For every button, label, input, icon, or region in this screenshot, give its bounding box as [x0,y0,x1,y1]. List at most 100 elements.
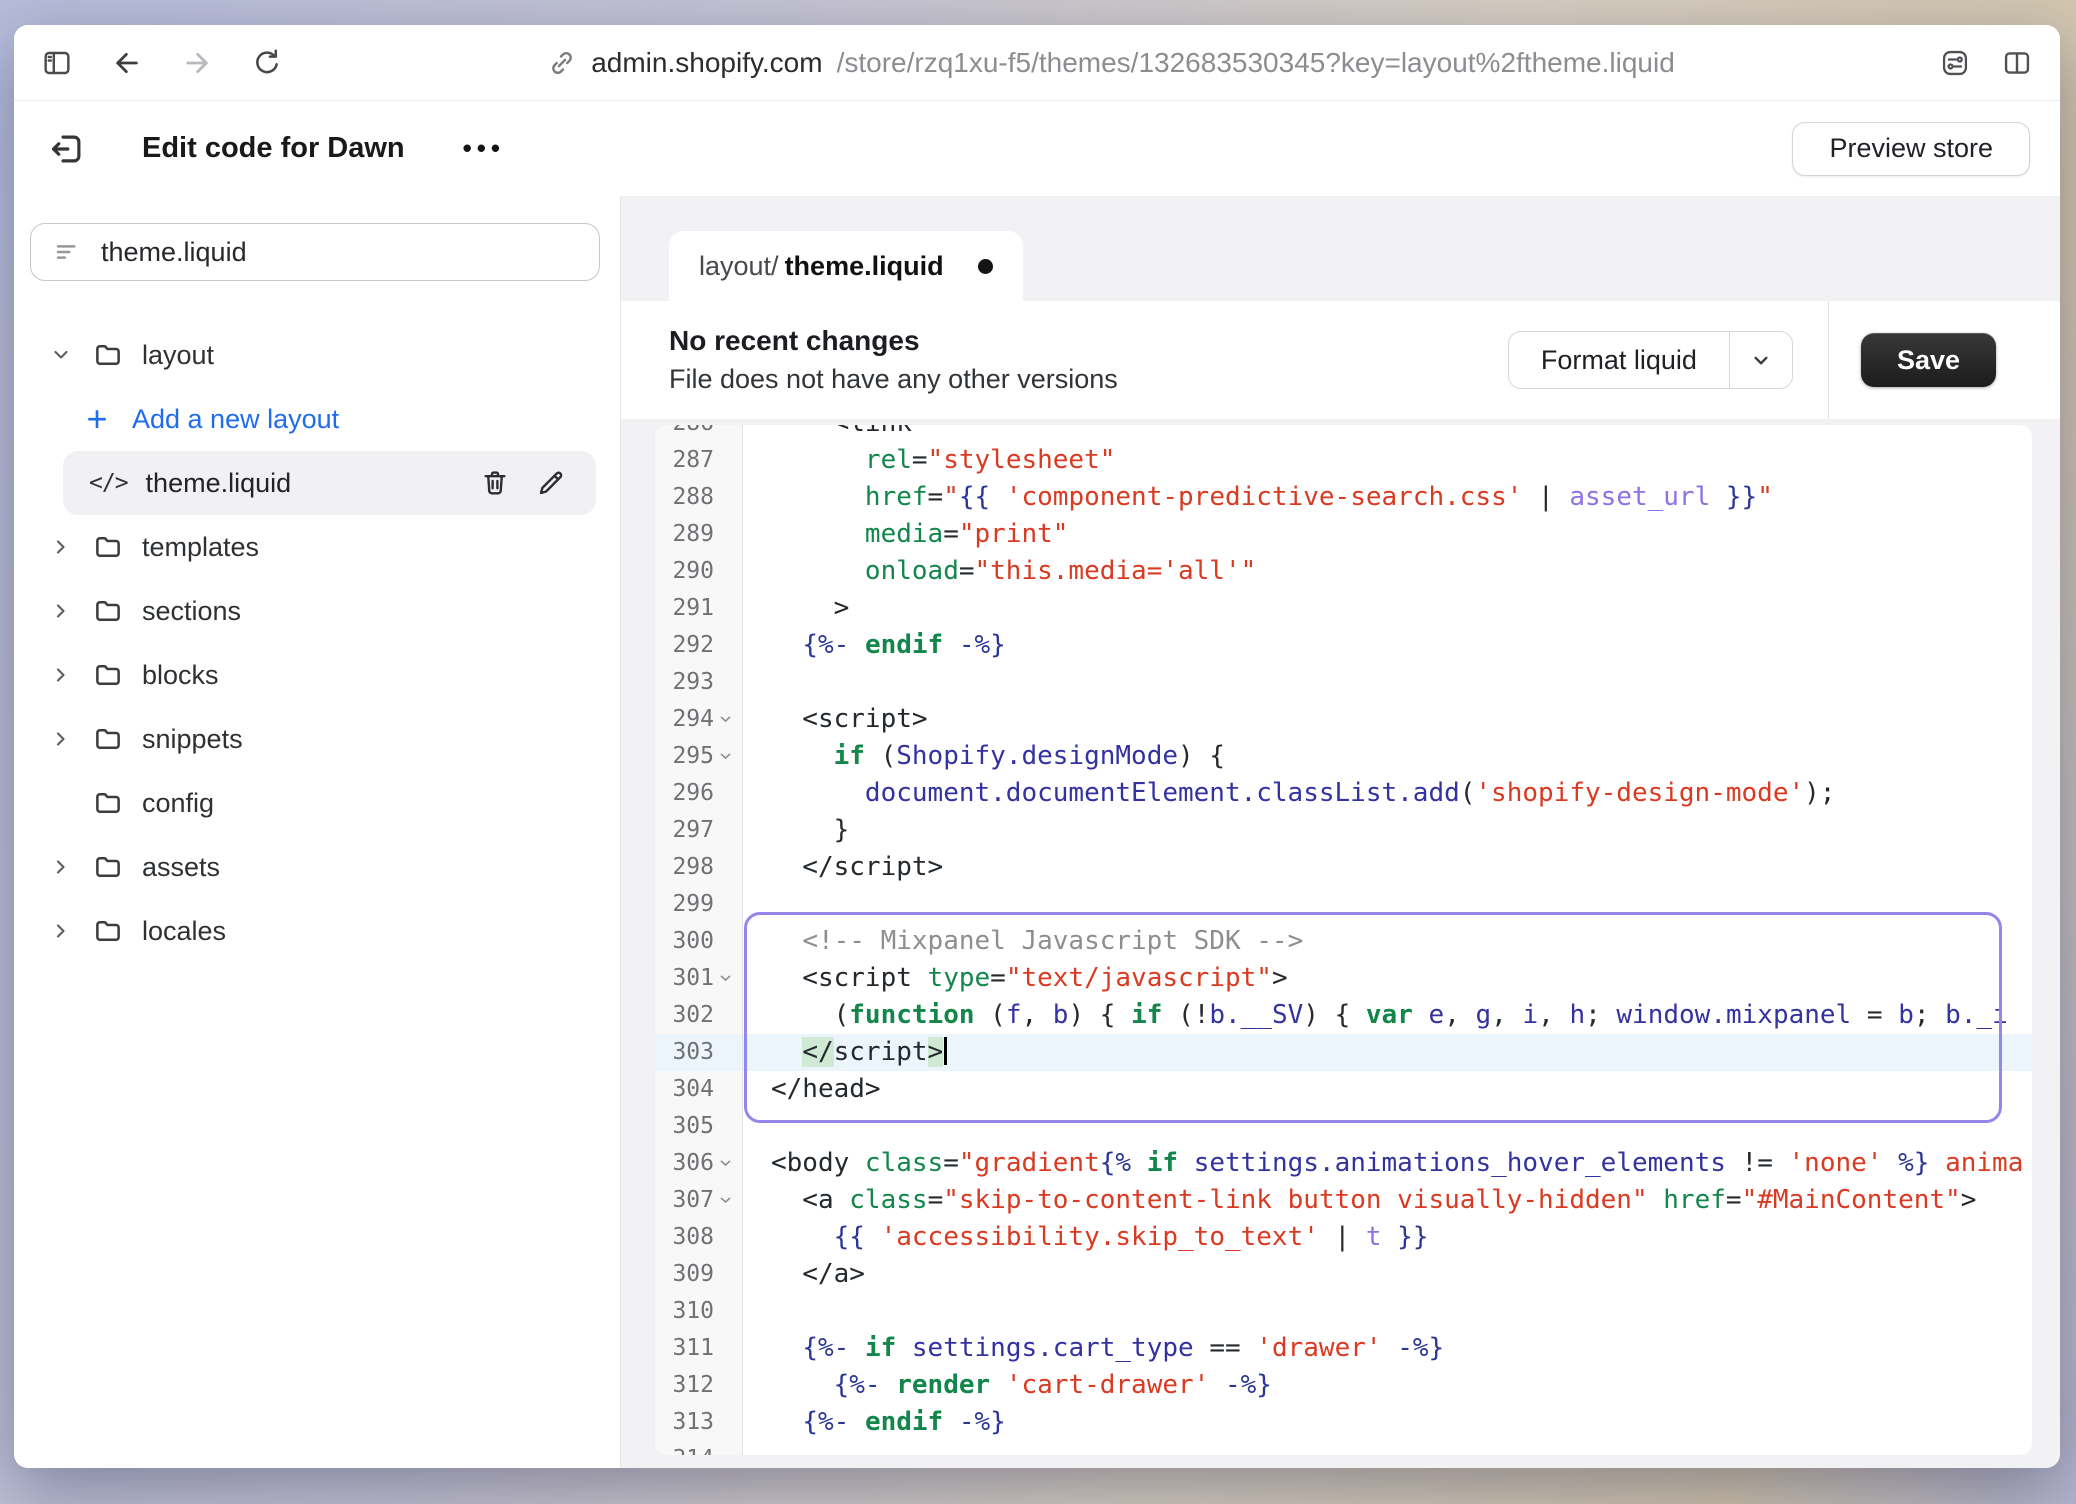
code-line-308[interactable]: 308 {{ 'accessibility.skip_to_text' | t … [655,1219,2032,1256]
save-button[interactable]: Save [1861,333,1996,387]
preview-store-button[interactable]: Preview store [1792,122,2030,176]
code-line-302[interactable]: 302 (function (f, b) { if (!b.__SV) { va… [655,997,2032,1034]
tree-item-label: layout [142,340,214,371]
gutter-cell: 297 [655,812,743,849]
code-line-294[interactable]: 294 <script> [655,701,2032,738]
chevron-right-icon[interactable] [48,599,74,623]
code-line-301[interactable]: 301 <script type="text/javascript"> [655,960,2032,997]
folder-icon [92,532,124,562]
code-line-content: {%- endif -%} [743,1404,2032,1441]
format-liquid-button[interactable]: Format liquid [1509,332,1730,388]
delete-file-icon[interactable] [476,464,514,502]
line-number: 314 [672,1441,714,1455]
code-line-content: onload="this.media='all'" [743,553,2032,590]
gutter-cell: 292 [655,627,743,664]
file-search-input[interactable]: theme.liquid [30,223,600,281]
split-view-icon[interactable] [2000,46,2034,80]
line-number: 300 [672,923,714,960]
code-line-313[interactable]: 313 {%- endif -%} [655,1404,2032,1441]
code-line-293[interactable]: 293 [655,664,2032,701]
tree-item-assets[interactable]: assets [14,835,620,899]
code-line-314[interactable]: 314 [655,1441,2032,1455]
tab-layout-theme-liquid[interactable]: layout/theme.liquid [669,231,1023,301]
code-line-299[interactable]: 299 [655,886,2032,923]
code-file-icon: </> [89,470,128,496]
address-bar[interactable]: admin.shopify.com/store/rzq1xu-f5/themes… [284,47,1938,79]
code-line-content [743,664,2032,701]
code-line-content [743,1108,2032,1145]
code-line-290[interactable]: 290 onload="this.media='all'" [655,553,2032,590]
extensions-icon[interactable] [1938,46,1972,80]
sidebar-toggle-icon[interactable] [40,46,74,80]
code-line-306[interactable]: 306<body class="gradient{% if settings.a… [655,1145,2032,1182]
code-line-300[interactable]: 300 <!-- Mixpanel Javascript SDK --> [655,923,2032,960]
url-host: admin.shopify.com [591,47,822,79]
rename-file-icon[interactable] [532,464,570,502]
fold-chevron-icon[interactable] [716,1192,734,1210]
code-line-297[interactable]: 297 } [655,812,2032,849]
code-line-296[interactable]: 296 document.documentElement.classList.a… [655,775,2032,812]
content-area: theme.liquid layout+Add a new layout</>t… [14,196,2060,1468]
tree-item-blocks[interactable]: blocks [14,643,620,707]
code-line-289[interactable]: 289 media="print" [655,516,2032,553]
code-line-content: media="print" [743,516,2032,553]
tree-item-add-a-new-layout[interactable]: +Add a new layout [14,387,620,451]
chevron-right-icon[interactable] [48,727,74,751]
chevron-right-icon[interactable] [48,855,74,879]
tree-item-layout[interactable]: layout [14,323,620,387]
reload-icon[interactable] [250,46,284,80]
code-line-303[interactable]: 303 </script> [655,1034,2032,1071]
code-line-310[interactable]: 310 [655,1293,2032,1330]
more-menu-icon[interactable]: ••• [463,133,505,164]
code-line-307[interactable]: 307 <a class="skip-to-content-link butto… [655,1182,2032,1219]
code-line-287[interactable]: 287 rel="stylesheet" [655,442,2032,479]
code-line-288[interactable]: 288 href="{{ 'component-predictive-searc… [655,479,2032,516]
forward-icon[interactable] [180,46,214,80]
exit-icon[interactable] [44,126,90,172]
fold-chevron-icon[interactable] [716,970,734,988]
chevron-down-icon[interactable] [48,343,74,367]
file-sidebar: theme.liquid layout+Add a new layout</>t… [14,196,621,1468]
tree-item-sections[interactable]: sections [14,579,620,643]
gutter-cell: 288 [655,479,743,516]
chevron-right-icon[interactable] [48,919,74,943]
folder-icon [92,852,124,882]
code-line-309[interactable]: 309 </a> [655,1256,2032,1293]
line-number: 296 [672,775,714,812]
code-line-295[interactable]: 295 if (Shopify.designMode) { [655,738,2032,775]
code-line-298[interactable]: 298 </script> [655,849,2032,886]
save-panel: Save [1828,301,2060,419]
back-icon[interactable] [110,46,144,80]
code-line-312[interactable]: 312 {%- render 'cart-drawer' -%} [655,1367,2032,1404]
folder-icon [92,660,124,690]
tree-item-snippets[interactable]: snippets [14,707,620,771]
code-editor[interactable]: 286 <link287 rel="stylesheet"288 href="{… [655,425,2032,1455]
format-liquid-split-button: Format liquid [1508,331,1793,389]
code-line-292[interactable]: 292 {%- endif -%} [655,627,2032,664]
chevron-right-icon[interactable] [48,663,74,687]
code-line-content: {{ 'accessibility.skip_to_text' | t }} [743,1219,2032,1256]
code-line-311[interactable]: 311 {%- if settings.cart_type == 'drawer… [655,1330,2032,1367]
fold-chevron-icon[interactable] [716,711,734,729]
code-line-286[interactable]: 286 <link [655,425,2032,442]
line-number: 310 [672,1293,714,1330]
tree-item-theme-liquid[interactable]: </>theme.liquid [63,451,596,515]
tree-item-templates[interactable]: templates [14,515,620,579]
tree-item-config[interactable]: config [14,771,620,835]
status-subtitle: File does not have any other versions [669,364,1118,395]
folder-icon [92,596,124,626]
gutter-cell: 313 [655,1404,743,1441]
code-line-291[interactable]: 291 > [655,590,2032,627]
gutter-cell: 299 [655,886,743,923]
filter-icon [53,237,83,267]
code-line-304[interactable]: 304</head> [655,1071,2032,1108]
unsaved-changes-dot [978,259,993,274]
file-info-bar: No recent changes File does not have any… [621,301,2060,419]
code-line-305[interactable]: 305 [655,1108,2032,1145]
tree-item-locales[interactable]: locales [14,899,620,963]
format-liquid-caret-button[interactable] [1730,332,1792,388]
desktop: { "browser": { "url_host": "admin.shopif… [0,0,2076,1504]
chevron-right-icon[interactable] [48,535,74,559]
fold-chevron-icon[interactable] [716,748,734,766]
fold-chevron-icon[interactable] [716,1155,734,1173]
